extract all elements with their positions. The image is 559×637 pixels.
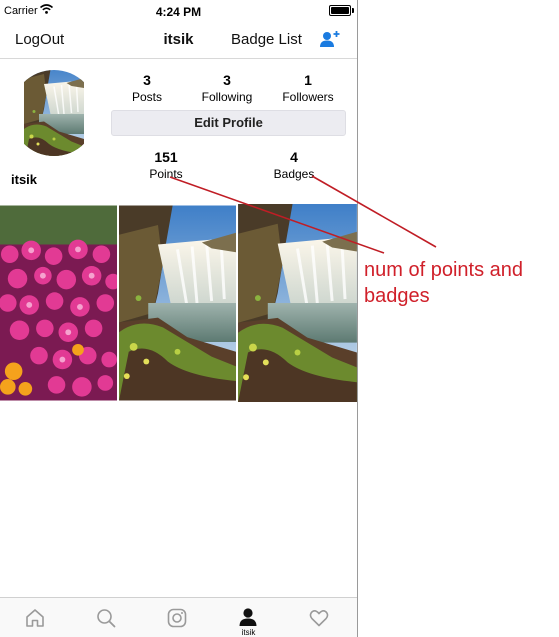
points-annotation-arrow (169, 176, 385, 254)
annotation-arrows (169, 175, 437, 254)
annotation-text: num of points and badges (364, 259, 523, 307)
badges-annotation-arrow (311, 175, 437, 248)
